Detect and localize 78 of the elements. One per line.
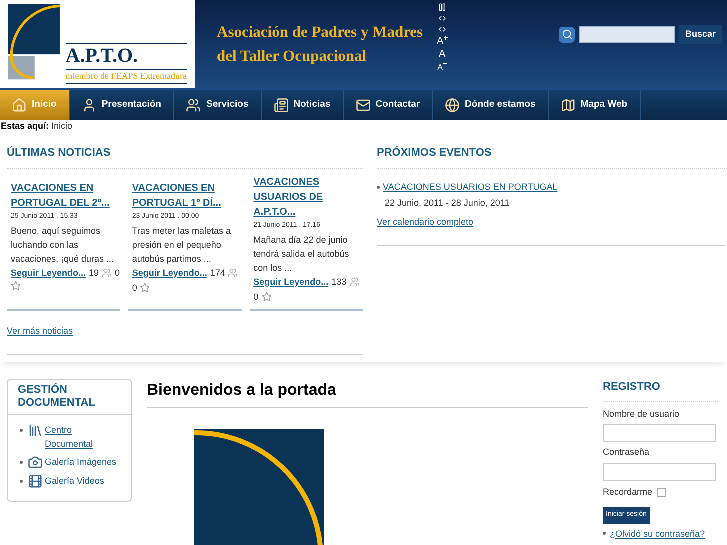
news-excerpt: Mañana día 22 de junio tendrá salida el autobús con los ...: [252, 234, 350, 274]
nav-tab[interactable]: Contactar: [344, 90, 434, 120]
logo-subtitle: miembro de FEAPS Extremadura: [66, 68, 187, 84]
checkbox-label: Recordarme: [603, 486, 653, 498]
news-title-link[interactable]: VACACIONES USUARIOS DE A.P.T.O...: [250, 174, 363, 220]
field-label: Nombre de usuario: [603, 408, 681, 420]
bullet-icon: [377, 186, 380, 189]
forgot-password-link[interactable]: ¿Olvidó su contraseña?: [610, 528, 706, 538]
star-icon[interactable]: [262, 292, 272, 302]
font-decrease-button[interactable]: A: [438, 62, 447, 73]
font-increase-button[interactable]: A: [437, 36, 448, 47]
document-link[interactable]: Centro Documental: [45, 423, 120, 451]
newspaper-icon: [274, 98, 289, 112]
section-heading: REGISTRO: [603, 379, 718, 402]
field-label: Contraseña: [603, 446, 651, 459]
breadcrumb-label: Estas aquí:: [1, 121, 50, 131]
people-icon: [186, 98, 202, 112]
hit-count: 19: [89, 266, 100, 280]
books-icon: [28, 423, 43, 438]
search-field[interactable]: [579, 26, 676, 43]
star-icon[interactable]: [140, 283, 150, 293]
minus-icon: [443, 62, 447, 66]
vote-count: 0: [132, 282, 138, 294]
password-field[interactable]: [603, 462, 716, 480]
document-link[interactable]: Galería Videos: [45, 474, 120, 488]
news-excerpt: Bueno, aquí seguimos luchando con las vacaciones, ¡qué duras ...: [10, 224, 116, 266]
section-heading: PRÓXIMOS EVENTOS: [377, 145, 725, 168]
site-title: del Taller Ocupacional: [217, 47, 367, 67]
vote-count: 0: [115, 266, 120, 280]
bullet-icon: [20, 480, 23, 483]
nav-tab[interactable]: Mapa Web: [548, 90, 641, 120]
read-more-link[interactable]: Seguir Leyendo...: [11, 266, 86, 280]
arrows-icon[interactable]: [438, 25, 447, 34]
pause-icon[interactable]: [438, 3, 447, 12]
bullet-icon: [20, 429, 23, 432]
read-more-link[interactable]: Seguir Leyendo...: [132, 266, 208, 280]
username-field[interactable]: [603, 424, 716, 442]
people-icon: [350, 277, 360, 287]
document-link[interactable]: Galería Imágenes: [45, 455, 120, 469]
read-more-link[interactable]: Seguir Leyendo...: [254, 274, 329, 290]
news-excerpt: Tras meter las maletas a presión en el pequeño autobús partimos ...: [131, 224, 232, 266]
people-icon: [102, 268, 112, 278]
site-title: Asociación de Padres y Madres: [217, 23, 424, 43]
logo-name: A.P.T.O.: [66, 42, 187, 68]
more-news-link[interactable]: Ver más noticias: [7, 324, 363, 338]
film-icon: [28, 474, 43, 489]
search-icon: [559, 26, 576, 42]
bullet-icon: [603, 532, 606, 535]
event-dates: 22 Junio, 2011 - 28 Junio, 2011: [384, 197, 511, 210]
arrows-icon[interactable]: [438, 14, 447, 23]
breadcrumb-link[interactable]: Inicio: [52, 121, 73, 131]
star-icon[interactable]: [11, 280, 21, 290]
bullet-icon: [20, 461, 23, 464]
globe-icon: [445, 98, 460, 112]
news-title-link[interactable]: VACACIONES EN PORTUGAL DEL 2º...: [7, 180, 120, 210]
calendar-link[interactable]: Ver calendario completo: [377, 216, 725, 229]
house-icon: [12, 98, 27, 112]
map-icon: [560, 98, 576, 112]
search-button[interactable]: Buscar: [679, 25, 722, 44]
nav-tab[interactable]: Dónde estamos: [433, 90, 549, 120]
vote-count: 0: [254, 290, 259, 304]
nav-tab[interactable]: Noticias: [262, 90, 344, 120]
panel-heading: GESTIÓN DOCUMENTAL: [8, 380, 131, 415]
envelope-icon: [356, 98, 371, 112]
people-icon: [228, 268, 238, 278]
person-icon: [82, 98, 97, 112]
section-heading: ÚLTIMAS NOTICIAS: [7, 145, 363, 168]
font-reset-button[interactable]: A: [439, 49, 446, 60]
hit-count: 174: [210, 266, 226, 280]
nav-tab[interactable]: Presentación: [70, 90, 174, 120]
remember-checkbox[interactable]: [656, 488, 666, 497]
page-heading: Bienvenidos a la portada: [147, 379, 588, 408]
event-link[interactable]: VACACIONES USUARIOS EN PORTUGAL: [383, 180, 558, 194]
hit-count: 133: [332, 276, 347, 288]
camera-icon: [28, 455, 43, 470]
news-title-link[interactable]: VACACIONES EN PORTUGAL 1º DÍ...: [128, 180, 242, 210]
plus-icon: [444, 36, 448, 40]
nav-tab[interactable]: Servicios: [174, 90, 262, 120]
